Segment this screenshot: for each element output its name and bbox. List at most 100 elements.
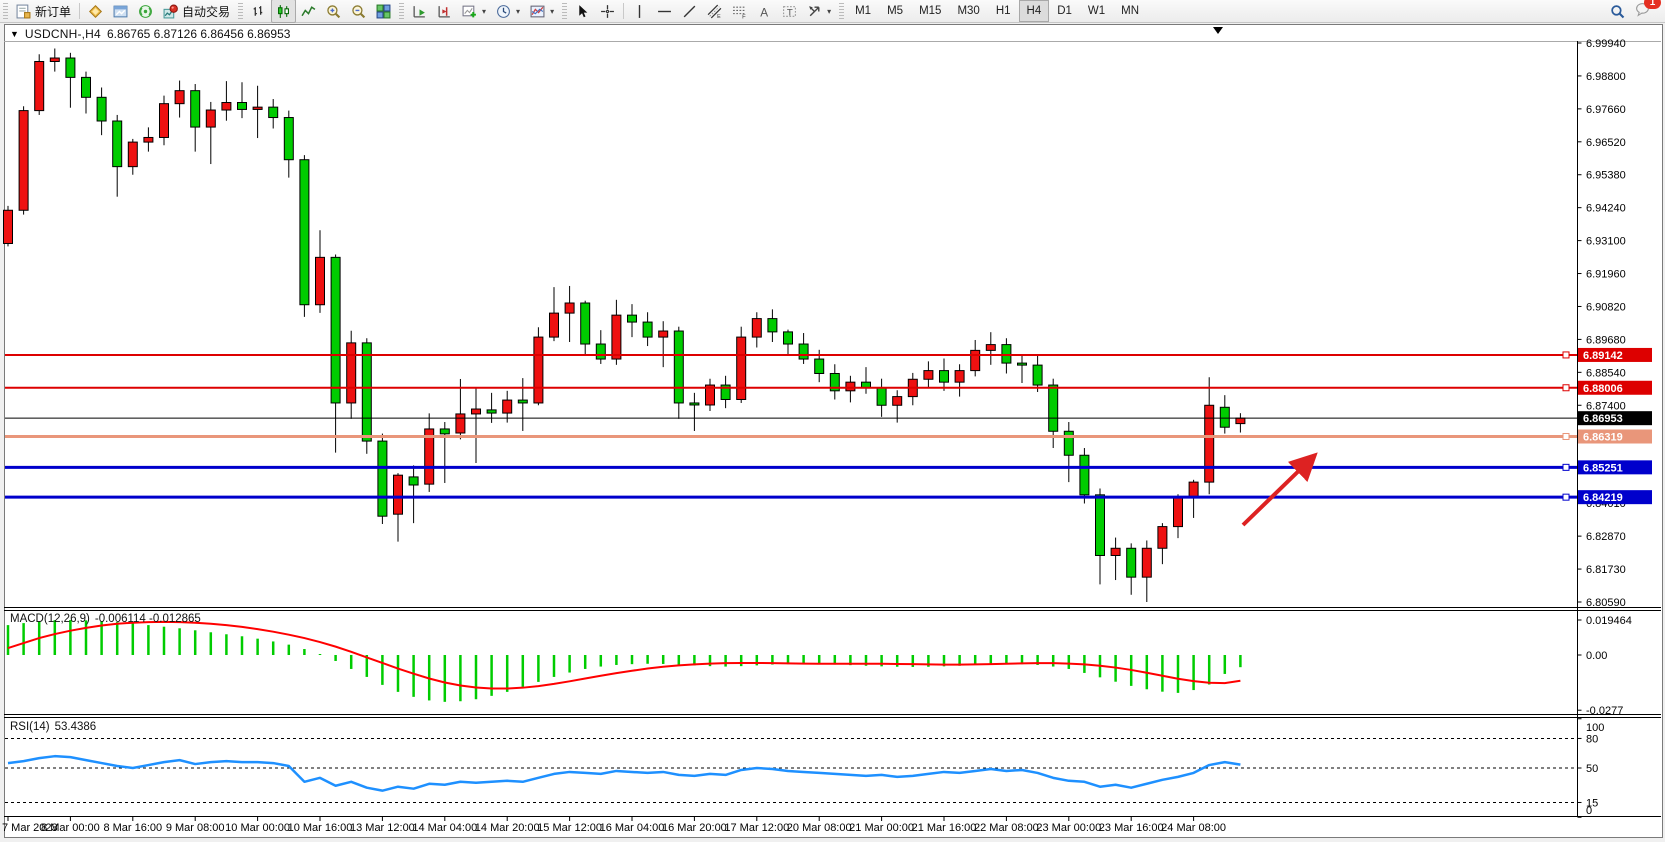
price-tick-label: 6.99940 [1586, 38, 1626, 50]
auto-trading-button[interactable]: 自动交易 [158, 0, 235, 23]
toolbar-grip[interactable] [238, 3, 243, 19]
candle [331, 257, 340, 403]
time-tick-label: 20 Mar 08:00 [787, 822, 852, 834]
price-tick-label: 6.94240 [1586, 203, 1626, 215]
signal-icon [138, 4, 153, 19]
candle [752, 319, 761, 337]
candle [877, 388, 886, 405]
candle [1174, 498, 1183, 527]
trendline-button[interactable] [677, 0, 702, 23]
candle [674, 331, 683, 403]
candle [815, 359, 824, 373]
bar-chart-button[interactable] [246, 0, 271, 23]
fibonacci-button[interactable]: F [727, 0, 752, 23]
new-chart-button[interactable]: ▾ [457, 0, 491, 23]
line-handle[interactable] [1563, 464, 1569, 470]
text-label-icon: T [782, 4, 797, 19]
line-handle[interactable] [1563, 494, 1569, 500]
svg-text:F: F [742, 14, 746, 19]
price-tick-label: 6.81730 [1586, 564, 1626, 576]
rsi-label: RSI(14)53.4386 [10, 721, 96, 733]
candle [1002, 345, 1011, 363]
timeframe-w1[interactable]: W1 [1080, 0, 1113, 22]
market-box-button[interactable] [83, 0, 108, 23]
periods-button[interactable]: ▾ [491, 0, 525, 23]
timeframe-m1[interactable]: M1 [847, 0, 879, 22]
line-handle[interactable] [1563, 385, 1569, 391]
price-line-label: 6.89142 [1583, 350, 1623, 362]
arrows-button[interactable]: ▾ [802, 0, 836, 23]
text-label-button[interactable]: T [777, 0, 802, 23]
timeframe-mn[interactable]: MN [1113, 0, 1147, 22]
timeframe-m5[interactable]: M5 [879, 0, 911, 22]
line-chart-button[interactable] [296, 0, 321, 23]
zoom-out-button[interactable] [346, 0, 371, 23]
timeframe-h1[interactable]: H1 [988, 0, 1019, 22]
line-chart-icon [301, 4, 316, 19]
notifications-button[interactable]: 1 [1630, 0, 1655, 23]
candle [50, 58, 59, 61]
svg-text:T: T [787, 7, 793, 18]
candle [1142, 548, 1151, 577]
timeframe-m30[interactable]: M30 [949, 0, 987, 22]
candle [253, 107, 262, 109]
new-order-button[interactable]: 新订单 [11, 0, 76, 23]
dropdown-caret: ▾ [550, 7, 554, 16]
time-tick-label: 24 Mar 08:00 [1161, 822, 1226, 834]
macd-signal-line [8, 622, 1240, 689]
line-handle[interactable] [1563, 433, 1569, 439]
equidistant-channel-button[interactable]: E [702, 0, 727, 23]
arrows-icon [807, 4, 822, 19]
time-tick-label: 21 Mar 00:00 [849, 822, 914, 834]
time-tick-label: 9 Mar 08:00 [166, 822, 225, 834]
templates-button[interactable]: ▾ [525, 0, 559, 23]
chart-title: ▼ USDCNH-,H4 6.86765 6.87126 6.86456 6.8… [10, 27, 290, 41]
chart-symbol-period: USDCNH-,H4 [25, 27, 101, 41]
candle [1064, 431, 1073, 455]
price-line-label: 6.88006 [1583, 383, 1623, 395]
toolbar-grip[interactable] [562, 3, 567, 19]
time-tick-label: 22 Mar 08:00 [974, 822, 1039, 834]
timeframe-h4[interactable]: H4 [1019, 0, 1050, 22]
notification-badge: 1 [1644, 0, 1661, 9]
chart-window-button[interactable] [108, 0, 133, 23]
toolbar-grip[interactable] [3, 3, 8, 19]
candle [440, 429, 449, 434]
candle [456, 414, 465, 433]
toolbar-grip[interactable] [839, 3, 844, 19]
zoom-in-button[interactable] [321, 0, 346, 23]
candle [1220, 407, 1229, 427]
collapse-triangle-icon[interactable]: ▼ [10, 29, 19, 39]
auto-scroll-button[interactable] [407, 0, 432, 23]
chart-shift-button[interactable] [432, 0, 457, 23]
crosshair-button[interactable] [595, 0, 620, 23]
signal-button[interactable] [133, 0, 158, 23]
text-button[interactable]: A [752, 0, 777, 23]
horizontal-line-button[interactable] [652, 0, 677, 23]
candlestick-chart-button[interactable] [271, 0, 296, 23]
candle [1158, 527, 1167, 549]
line-handle[interactable] [1563, 352, 1569, 358]
time-tick-label: 15 Mar 12:00 [537, 822, 602, 834]
chart-canvas[interactable]: 6.999406.988006.976606.965206.953806.942… [0, 22, 1665, 842]
candle [66, 58, 75, 77]
candle [596, 344, 605, 359]
search-button[interactable] [1605, 0, 1630, 23]
tile-windows-button[interactable] [371, 0, 396, 23]
price-line-label: 6.85251 [1583, 462, 1623, 474]
time-tick-label: 21 Mar 16:00 [912, 822, 977, 834]
candle [503, 400, 512, 413]
timeframe-d1[interactable]: D1 [1049, 0, 1080, 22]
cursor-button[interactable] [570, 0, 595, 23]
timeframe-m15[interactable]: M15 [911, 0, 949, 22]
candle [394, 475, 403, 514]
toolbar-grip[interactable] [399, 3, 404, 19]
cursor-icon [575, 4, 590, 19]
rsi-tick-label: 80 [1586, 733, 1598, 745]
chart-shift-icon [437, 4, 452, 19]
candle [799, 344, 808, 359]
vertical-line-button[interactable] [627, 0, 652, 23]
dropdown-caret: ▾ [827, 7, 831, 16]
price-tick-label: 6.90820 [1586, 301, 1626, 313]
tile-windows-icon [376, 4, 391, 19]
